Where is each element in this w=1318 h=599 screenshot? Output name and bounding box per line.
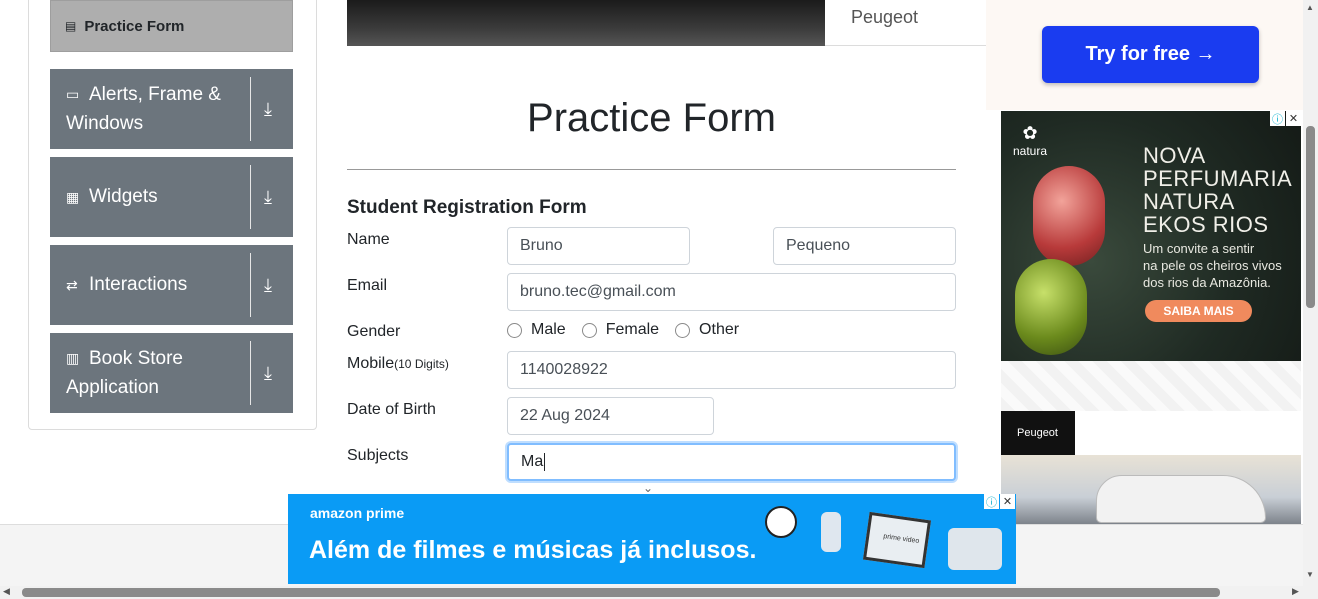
car-icon (1096, 475, 1266, 523)
ad-amazon-prime[interactable]: amazon prime Além de filmes e músicas já… (288, 494, 1016, 584)
download-icon[interactable]: ⤓ (264, 333, 272, 413)
scrollbar-thumb[interactable] (22, 588, 1220, 597)
scroll-left-icon[interactable]: ◀ (3, 586, 10, 597)
gender-radio-female[interactable]: Female (581, 321, 659, 339)
sidebar-group-label: Interactions (89, 274, 188, 296)
first-name-input[interactable]: Bruno (507, 227, 690, 265)
gender-label: Gender (347, 323, 401, 340)
divider (250, 165, 251, 229)
sidebar-group-widgets[interactable]: ▦ Widgets ⤓ (50, 157, 293, 237)
divider (250, 77, 251, 141)
download-icon[interactable]: ⤓ (264, 69, 272, 149)
sidebar-group-book-store[interactable]: ▥ Book Store Application ⤓ (50, 333, 293, 413)
sidebar-group-alerts[interactable]: ▭ Alerts, Frame & Windows ⤓ (50, 69, 293, 149)
ad-info-icon[interactable]: ⓘ (984, 494, 999, 509)
subjects-label: Subjects (347, 447, 409, 464)
gender-radio-other[interactable]: Other (675, 321, 739, 339)
dob-label: Date of Birth (347, 401, 436, 418)
form-heading: Student Registration Form (347, 197, 587, 218)
email-input[interactable]: bruno.tec@gmail.com (507, 273, 956, 311)
sidebar-group-label: Widgets (89, 186, 158, 208)
horizontal-scrollbar[interactable]: ◀ ▶ (0, 586, 1318, 599)
top-banner-image[interactable] (347, 0, 825, 46)
tv-icon: prime video (862, 511, 932, 569)
last-name-input[interactable]: Pequeno (773, 227, 956, 265)
ad-close-icon[interactable]: ✕ (1000, 494, 1015, 509)
sidebar-item-practice-form[interactable]: ▤ Practice Form (50, 0, 293, 52)
natura-logo: ✿ natura (1013, 123, 1048, 158)
saiba-mais-button[interactable]: SAIBA MAIS (1145, 300, 1252, 322)
gender-radio-male[interactable]: Male (507, 321, 566, 339)
scrollbar-thumb[interactable] (1306, 126, 1315, 308)
name-label: Name (347, 231, 390, 248)
mobile-label: Mobile(10 Digits) (347, 355, 449, 372)
ad-natura[interactable]: ✿ natura NOVA PERFUMARIA NATURA EKOS RIOS… (1001, 111, 1301, 361)
chevron-down-icon: ⌄ (643, 481, 654, 495)
interactions-icon: ⇄ (66, 276, 78, 293)
radio-circle[interactable] (507, 322, 522, 338)
scroll-down-icon[interactable]: ▼ (1306, 570, 1314, 579)
download-icon[interactable]: ⤓ (264, 157, 272, 237)
bottle-icon (821, 512, 841, 552)
mobile-hint: (10 Digits) (394, 357, 449, 371)
divider (250, 253, 251, 317)
email-label: Email (347, 277, 388, 294)
mobile-input[interactable]: 1140028922 (507, 351, 956, 389)
sidebar-group-label: Alerts, Frame & Windows (66, 83, 221, 135)
top-banner-brand[interactable]: Peugeot (825, 0, 986, 46)
perfume-bottle-green (1015, 259, 1087, 355)
console-icon (948, 528, 1002, 570)
gender-radio-group: Male Female Other (507, 321, 755, 339)
prime-tagline: Além de filmes e músicas já inclusos. (309, 536, 757, 564)
soccer-ball-icon (765, 506, 797, 538)
ad-info-icon[interactable]: ⓘ (1270, 111, 1285, 126)
books-icon: ▥ (66, 350, 80, 367)
sidebar-item-label: Practice Form (84, 17, 185, 35)
prime-logo: amazon prime (310, 505, 405, 521)
scroll-up-icon[interactable]: ▲ (1306, 3, 1314, 12)
try-for-free-button[interactable]: Try for free → (1042, 26, 1259, 83)
flower-icon: ✿ (1022, 123, 1038, 143)
radio-circle[interactable] (675, 322, 691, 338)
download-icon[interactable]: ⤓ (264, 245, 272, 325)
ad-headline: NOVA PERFUMARIA NATURA EKOS RIOS (1143, 143, 1293, 237)
window-icon: ▭ (66, 86, 80, 103)
ad-pattern (1001, 361, 1301, 411)
scroll-right-icon[interactable]: ▶ (1292, 586, 1299, 597)
radio-circle[interactable] (581, 322, 597, 338)
sidebar-group-interactions[interactable]: ⇄ Interactions ⤓ (50, 245, 293, 325)
ad-subtext: Um convite a sentir na pele os cheiros v… (1143, 241, 1282, 290)
divider (250, 341, 251, 405)
ad-close-icon[interactable]: ✕ (1286, 111, 1301, 126)
html5-icon: ▤ (65, 19, 77, 33)
dob-input[interactable]: 22 Aug 2024 (507, 397, 714, 435)
widgets-icon: ▦ (66, 188, 80, 205)
subjects-input[interactable]: Ma (507, 443, 956, 481)
ad-car-image[interactable] (1001, 455, 1301, 525)
page-title: Practice Form (527, 96, 776, 140)
vertical-scrollbar[interactable]: ▲ ▼ (1303, 0, 1318, 586)
peugeot-ad-label[interactable]: Peugeot (1001, 411, 1075, 455)
title-divider (347, 169, 956, 170)
perfume-bottle-red (1033, 166, 1105, 266)
text-cursor (544, 453, 546, 471)
